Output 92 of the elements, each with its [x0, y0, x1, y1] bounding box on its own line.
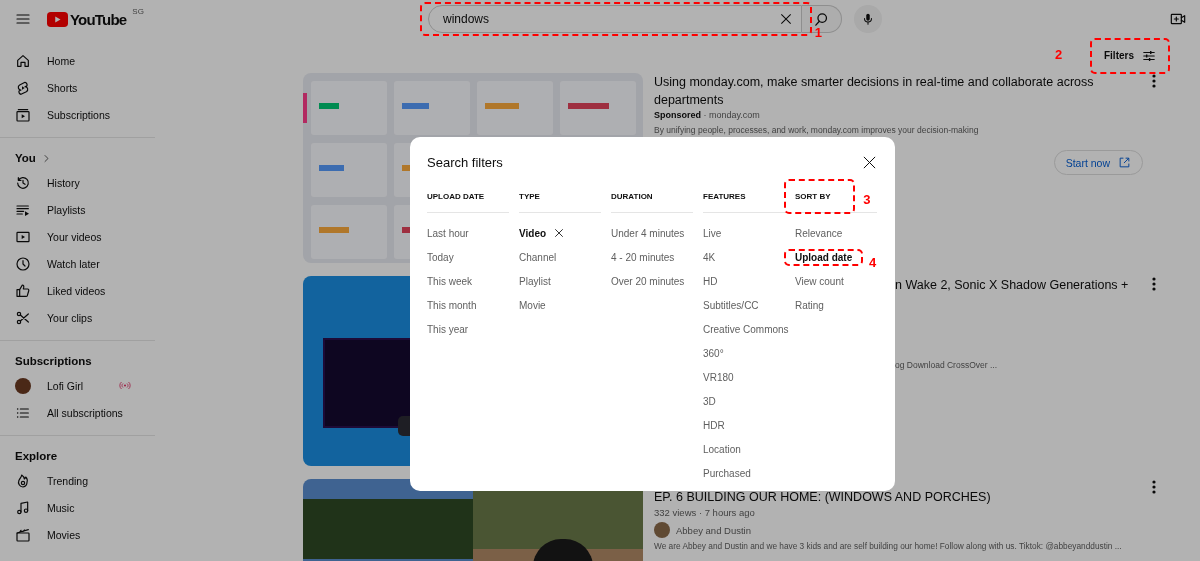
sponsor-line: Sponsored · monday.com: [654, 110, 761, 121]
video-meta: 332 views · 7 hours ago: [654, 507, 756, 519]
video-plus-icon[interactable]: [1170, 11, 1186, 27]
sliders-icon: [1142, 48, 1156, 63]
microphone-button[interactable]: [854, 5, 882, 33]
video-title[interactable]: EP. 6 BUILDING OUR HOME: (WINDOWS AND PORCHES): [654, 488, 1149, 506]
filter-option[interactable]: Creative Commons: [703, 323, 789, 335]
column-heading: SORT BY: [795, 191, 831, 203]
clapperboard-icon: [15, 526, 31, 543]
channel-avatar: [15, 377, 31, 394]
start-now-button[interactable]: Start now: [1053, 150, 1143, 175]
music-note-icon: [15, 499, 31, 516]
video-description: og Download CrossOver ...: [895, 360, 999, 371]
column-heading: FEATURES: [703, 191, 746, 203]
country-code: SG: [132, 6, 144, 16]
video-description: We are Abbey and Dustin and we have 3 kids and are self building our home! Follow along with us. Tiktok: @abbeyanddustin ...: [654, 541, 1123, 552]
section-heading: Subscriptions: [15, 355, 92, 367]
filter-option[interactable]: Channel: [519, 251, 557, 263]
clock-icon: [15, 255, 31, 272]
filter-option[interactable]: Playlist: [519, 275, 551, 287]
annotation-number: 4: [869, 254, 877, 270]
logo-text[interactable]: YouTube: [70, 10, 127, 28]
filter-option[interactable]: Relevance: [795, 227, 843, 239]
video-title[interactable]: n Wake 2, Sonic X Shadow Generations +: [895, 276, 1149, 294]
sidebar-item[interactable]: Shorts: [0, 74, 155, 101]
filter-option[interactable]: Over 20 minutes: [611, 275, 685, 287]
tv-play-icon: [15, 106, 31, 123]
filters-button[interactable]: Filters: [1100, 46, 1160, 65]
sidebar-item[interactable]: Trending: [0, 467, 155, 494]
sidebar-item[interactable]: Movies: [0, 521, 155, 548]
filter-option[interactable]: HD: [703, 275, 718, 287]
section-heading: Explore: [15, 450, 58, 462]
microphone-icon: [861, 12, 875, 26]
clear-icon[interactable]: [554, 228, 565, 238]
filter-option[interactable]: 4 - 20 minutes: [611, 251, 675, 263]
filter-option[interactable]: Purchased: [703, 467, 751, 479]
annotation-box: [784, 179, 855, 214]
column-heading: DURATION: [611, 191, 653, 203]
sidebar-item[interactable]: History: [0, 169, 155, 196]
column-heading: UPLOAD DATE: [427, 191, 485, 203]
sidebar-item[interactable]: All subscriptions: [0, 399, 155, 426]
thumbs-up-icon: [15, 282, 31, 299]
section-heading[interactable]: You: [15, 152, 36, 164]
channel-name[interactable]: Abbey and Dustin: [676, 524, 751, 536]
external-link-icon: [1118, 156, 1131, 169]
history-icon: [15, 174, 31, 191]
dialog-title: Search filters: [427, 154, 503, 170]
video-description: By unifying people, processes, and work, monday.com improves your decision-making: [654, 125, 980, 136]
sidebar-item[interactable]: Home: [0, 47, 155, 74]
shorts-icon: [15, 79, 31, 96]
filter-option[interactable]: Movie: [519, 299, 546, 311]
filter-option[interactable]: Live: [703, 227, 722, 239]
sidebar-item[interactable]: Your clips: [0, 304, 155, 331]
sidebar-item[interactable]: Lofi Girl: [0, 372, 155, 399]
filter-option[interactable]: 360°: [703, 347, 724, 359]
home-icon: [15, 52, 31, 69]
search-icon: [813, 10, 830, 28]
filter-option[interactable]: This year: [427, 323, 469, 335]
close-icon[interactable]: [862, 154, 877, 170]
filter-option[interactable]: Under 4 minutes: [611, 227, 685, 239]
filter-option[interactable]: 4K: [703, 251, 716, 263]
search-input[interactable]: windows: [443, 12, 779, 26]
sidebar-item[interactable]: Music: [0, 494, 155, 521]
flame-icon: [15, 472, 31, 489]
play-logo-icon: [47, 11, 68, 27]
video-title[interactable]: Using monday.com, make smarter decisions in real-time and collaborate across departments: [654, 73, 1149, 109]
annotation-number: 3: [863, 192, 871, 207]
sidebar-item[interactable]: Subscriptions: [0, 101, 155, 128]
sidebar-item[interactable]: Liked videos: [0, 277, 155, 304]
sidebar-item[interactable]: Your videos: [0, 223, 155, 250]
filter-option[interactable]: This month: [427, 299, 477, 311]
filter-option[interactable]: HDR: [703, 419, 725, 431]
scissors-icon: [15, 309, 31, 326]
filter-option[interactable]: Subtitles/CC: [703, 299, 759, 311]
clear-icon[interactable]: [779, 12, 793, 26]
sidebar-item[interactable]: Watch later: [0, 250, 155, 277]
filter-option[interactable]: Last hour: [427, 227, 469, 239]
filter-option[interactable]: Video: [519, 227, 547, 239]
annotation-number: 1: [814, 25, 822, 40]
filter-option[interactable]: 3D: [703, 395, 716, 407]
filter-option[interactable]: Location: [703, 443, 741, 455]
menu-icon[interactable]: [15, 11, 31, 27]
sidebar-item[interactable]: Playlists: [0, 196, 155, 223]
annotation-number: 2: [1055, 46, 1063, 62]
filter-option[interactable]: Today: [427, 251, 454, 263]
channel-avatar[interactable]: [654, 522, 670, 538]
filter-option[interactable]: VR180: [703, 371, 734, 383]
filter-option[interactable]: View count: [795, 275, 844, 287]
filter-option[interactable]: Upload date: [795, 251, 853, 263]
column-heading: TYPE: [519, 191, 540, 203]
filter-option[interactable]: This week: [427, 275, 472, 287]
filter-option[interactable]: Rating: [795, 299, 824, 311]
